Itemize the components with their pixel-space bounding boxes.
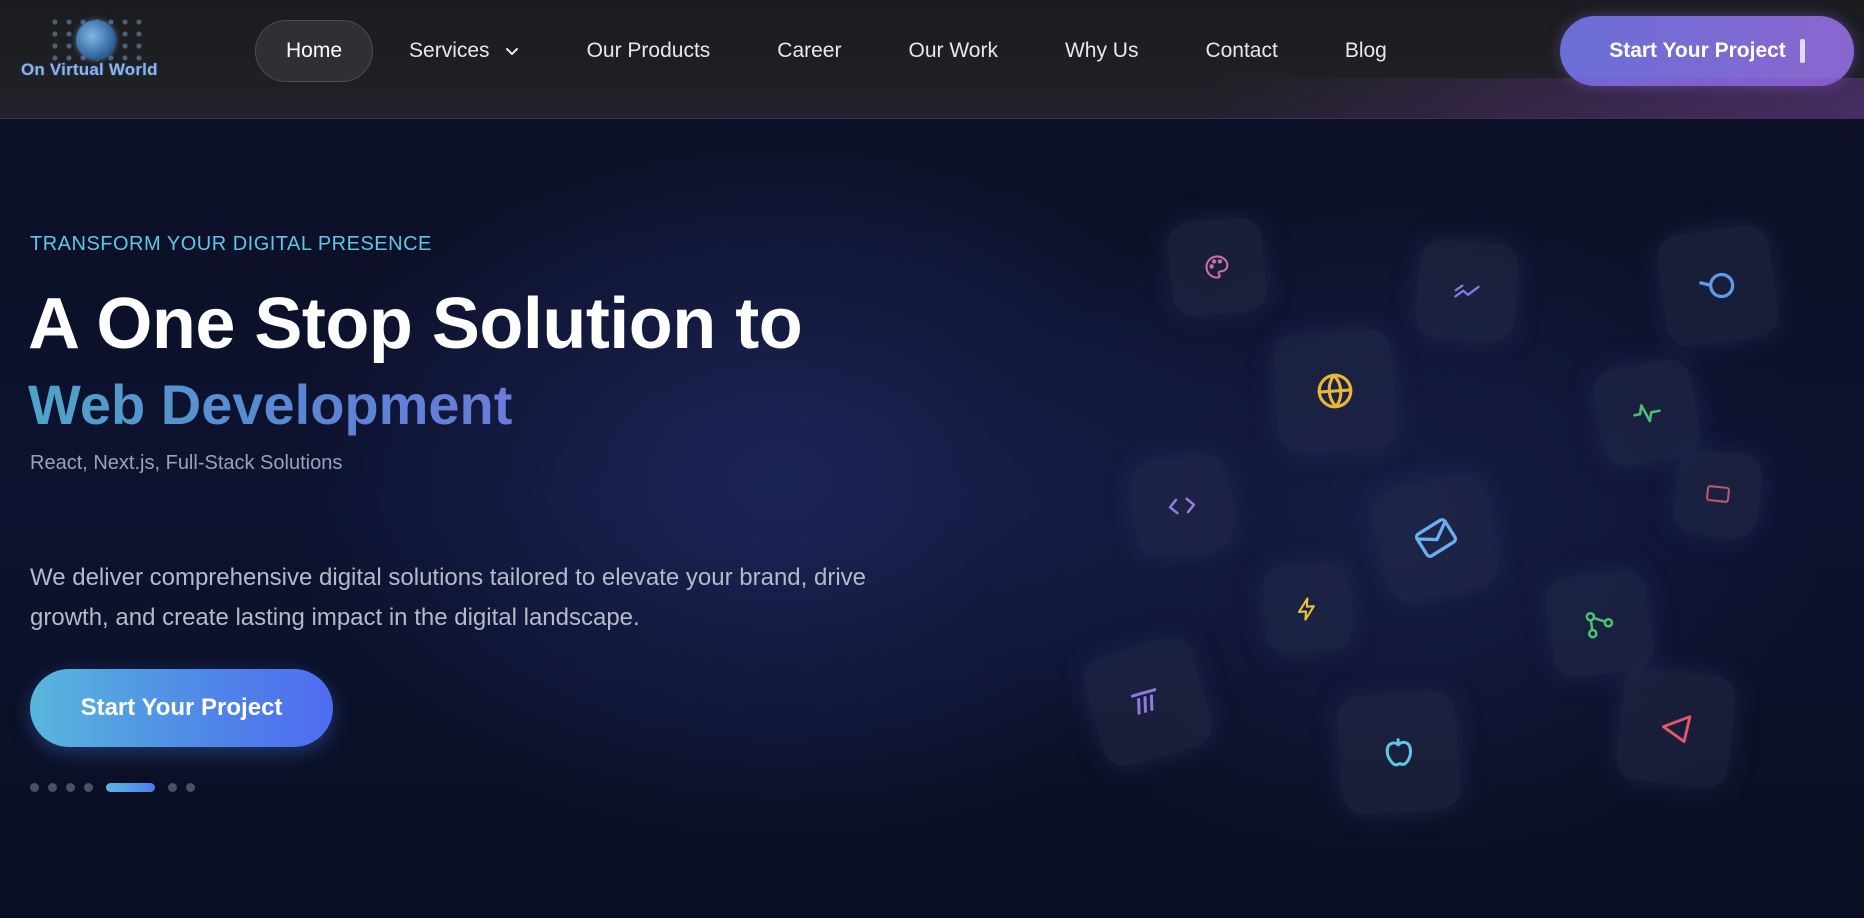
nav-item-services[interactable]: Services	[409, 20, 520, 82]
monitor-icon	[1706, 485, 1730, 503]
layers-icon	[1130, 688, 1157, 715]
cursor-bar-icon	[1799, 39, 1805, 63]
globe-icon	[1317, 373, 1353, 409]
tile-activity	[1590, 356, 1704, 470]
tile-monitor	[1671, 447, 1765, 541]
triangle-icon	[1661, 715, 1692, 744]
slide-indicator	[30, 782, 204, 792]
tile-code	[1129, 453, 1235, 559]
tile-search	[1654, 222, 1782, 350]
activity-icon	[1633, 404, 1661, 423]
nav-item-home[interactable]: Home	[255, 20, 374, 82]
hero-eyebrow: TRANSFORM YOUR DIGITAL PRESENCE	[30, 233, 432, 255]
hero-start-project-button[interactable]: Start Your Project	[30, 669, 333, 747]
search-circle-icon	[1699, 272, 1735, 299]
tile-share	[1543, 567, 1657, 681]
tile-lightning	[1261, 563, 1353, 655]
chevron-down-icon	[505, 48, 518, 55]
slide-dot[interactable]	[168, 782, 177, 792]
nav-start-project-button[interactable]: Start Your Project	[1560, 16, 1854, 86]
lightning-icon	[1297, 597, 1315, 621]
hero-tech-line: React, Next.js, Full-Stack Solutions	[30, 452, 343, 474]
top-navbar: On Virtual World Home Services Our Produ…	[0, 0, 1864, 119]
tile-globe	[1272, 328, 1398, 454]
hero-description: We deliver comprehensive digital solutio…	[30, 564, 867, 631]
slide-dot[interactable]	[186, 782, 195, 792]
palette-icon	[1205, 255, 1229, 279]
share-icon	[1585, 611, 1614, 639]
tile-mail	[1369, 471, 1503, 605]
nav-item-our-products[interactable]: Our Products	[587, 20, 711, 82]
tile-triangle	[1614, 666, 1738, 790]
logo[interactable]: On Virtual World	[18, 14, 168, 82]
nav-item-blog[interactable]: Blog	[1345, 20, 1387, 82]
nav-item-services-label: Services	[409, 39, 490, 62]
slide-dot[interactable]	[84, 782, 93, 792]
tile-trend	[1414, 238, 1520, 344]
logo-globe-icon	[76, 20, 116, 60]
trend-down-icon	[1454, 284, 1480, 298]
slide-dot-active[interactable]	[106, 782, 155, 792]
apple-icon	[1385, 738, 1413, 767]
nav-item-contact[interactable]: Contact	[1205, 20, 1277, 82]
logo-text: On Virtual World	[21, 60, 158, 79]
tile-palette	[1165, 215, 1269, 319]
nav-start-project-label: Start Your Project	[1609, 39, 1786, 62]
slide-dot[interactable]	[66, 782, 75, 792]
hero-headline: A One Stop Solution to	[28, 284, 803, 364]
slide-dot[interactable]	[30, 782, 39, 792]
code-icon	[1168, 497, 1196, 515]
mail-icon	[1414, 518, 1458, 558]
hero-headline-accent: Web Development	[28, 373, 513, 436]
nav-item-our-work[interactable]: Our Work	[908, 20, 997, 82]
main-nav: Home Services Our Products Career Our Wo…	[255, 20, 1387, 82]
tile-apple	[1336, 690, 1462, 816]
slide-dot[interactable]	[48, 782, 57, 792]
nav-item-why-us[interactable]: Why Us	[1065, 20, 1139, 82]
nav-item-career[interactable]: Career	[777, 20, 841, 82]
